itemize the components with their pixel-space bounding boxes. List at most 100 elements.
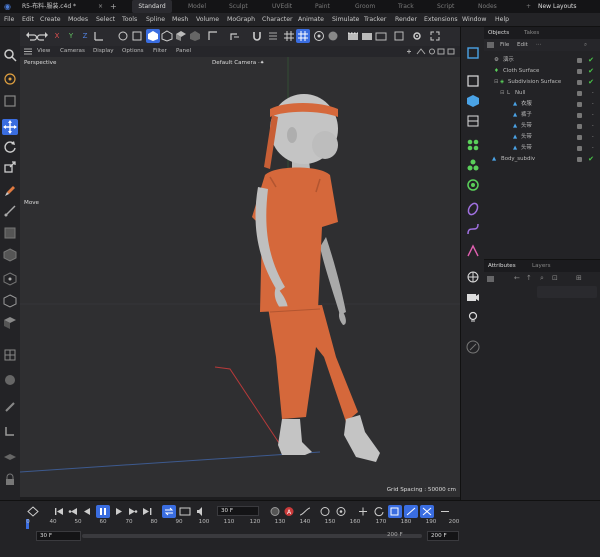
dope-sheet-icon[interactable] — [318, 505, 332, 518]
new-window-icon[interactable]: ⊞ — [576, 274, 582, 282]
object-mode-icon[interactable] — [2, 247, 18, 263]
object-row[interactable]: ▲ 头带 · — [484, 132, 600, 143]
render-picture-viewer-icon[interactable] — [360, 29, 374, 43]
visibility-icon[interactable] — [577, 135, 582, 140]
enabled-check-icon[interactable]: ✔ — [588, 67, 594, 76]
search-icon[interactable] — [2, 47, 18, 63]
timeline-more-icon[interactable] — [438, 505, 452, 518]
sculpt-mode-icon[interactable] — [2, 372, 18, 388]
viewport-menu-panel[interactable]: Panel — [176, 46, 191, 57]
menu-tracker[interactable]: Tracker — [364, 13, 386, 27]
objects-menu-edit[interactable]: Edit — [517, 39, 528, 51]
object-row[interactable]: ♦ Cloth Surface ✔ — [484, 66, 600, 77]
render-active-icon[interactable] — [346, 29, 360, 43]
polygon-mode-icon[interactable] — [2, 225, 18, 241]
x-axis-toggle[interactable]: X — [50, 29, 64, 43]
key-rotation-icon[interactable] — [372, 505, 386, 518]
texture-mode-icon[interactable] — [174, 29, 188, 43]
cube-object-icon[interactable] — [465, 45, 481, 61]
autokey-icon[interactable]: A — [282, 505, 296, 518]
visibility-icon[interactable] — [577, 157, 582, 162]
objects-menu-file[interactable]: File — [500, 39, 509, 51]
scale-tool-icon[interactable] — [2, 159, 18, 175]
visibility-icon[interactable] — [577, 102, 582, 107]
model-mode-icon[interactable] — [146, 29, 160, 43]
search-icon[interactable]: ⌕ — [540, 274, 544, 283]
new-layouts-icon[interactable]: + — [526, 0, 531, 13]
range-start-field[interactable]: 30 F — [36, 531, 81, 541]
visibility-icon[interactable] — [577, 69, 582, 74]
layout-tab-script[interactable]: Script — [437, 0, 454, 13]
object-row[interactable]: ⊟ ◈ Subdivision Surface ✔ — [484, 77, 600, 88]
camera-icon[interactable] — [465, 289, 481, 305]
close-tab-icon[interactable]: × — [98, 0, 103, 13]
check-icon[interactable]: · — [592, 133, 594, 142]
paint-mode-icon[interactable] — [2, 399, 18, 415]
edit-mode-icon[interactable] — [188, 29, 202, 43]
points-mode-icon[interactable] — [2, 271, 18, 287]
menu-file[interactable]: File — [4, 13, 14, 27]
move-tool-icon[interactable] — [2, 119, 18, 135]
key-pla-icon[interactable] — [420, 505, 434, 518]
enabled-check-icon[interactable]: ✔ — [588, 56, 594, 65]
light-icon[interactable] — [465, 309, 481, 325]
object-row[interactable]: ▲ 衣服 · — [484, 99, 600, 110]
next-key-icon[interactable] — [126, 505, 140, 518]
object-row[interactable]: ⚙ 演示 ✔ — [484, 55, 600, 66]
sound-icon[interactable] — [194, 505, 208, 518]
render-region-icon[interactable] — [130, 29, 144, 43]
viewport-menu-display[interactable]: Display — [93, 46, 114, 57]
check-icon[interactable]: · — [592, 89, 594, 98]
tweak-mode-icon[interactable] — [228, 29, 242, 43]
edges-mode-icon[interactable] — [2, 293, 18, 309]
menu-spline[interactable]: Spline — [146, 13, 165, 27]
check-icon[interactable]: · — [592, 100, 594, 109]
scene-icon[interactable] — [465, 269, 481, 285]
key-param-icon[interactable] — [404, 505, 418, 518]
z-axis-toggle[interactable]: Z — [78, 29, 92, 43]
field-icon[interactable] — [465, 177, 481, 193]
mograph-cloner-icon[interactable] — [465, 137, 481, 153]
layout-tab-paint[interactable]: Paint — [315, 0, 330, 13]
primitive-cube-icon[interactable] — [465, 73, 481, 89]
render-settings-icon[interactable] — [374, 29, 388, 43]
new-layouts-button[interactable]: New Layouts — [538, 0, 577, 13]
viewport-menu-cameras[interactable]: Cameras — [60, 46, 85, 57]
key-interpolation-icon[interactable] — [298, 505, 312, 518]
menu-create[interactable]: Create — [40, 13, 61, 27]
go-to-end-icon[interactable] — [140, 505, 154, 518]
viewport-menu-view[interactable]: View — [37, 46, 50, 57]
lock-icon[interactable]: ⊡ — [552, 274, 558, 282]
brush-tool-icon[interactable] — [2, 183, 18, 199]
tab-takes[interactable]: Takes — [524, 27, 539, 39]
tab-objects[interactable]: Objects — [488, 27, 509, 39]
visibility-icon[interactable] — [577, 124, 582, 129]
3d-viewport[interactable]: Perspective Default Camera ·⁕ Move Grid … — [20, 57, 460, 497]
menu-render[interactable]: Render — [395, 13, 417, 27]
select-box-icon[interactable] — [2, 93, 18, 109]
menu-character[interactable]: Character — [262, 13, 293, 27]
enabled-check-icon[interactable]: ✔ — [588, 78, 594, 87]
team-render-icon[interactable] — [392, 29, 406, 43]
spline-icon[interactable] — [465, 221, 481, 237]
range-end-field[interactable]: 200 F — [384, 531, 426, 541]
object-row[interactable]: ▲ 头带 · — [484, 121, 600, 132]
settings-icon[interactable] — [410, 29, 424, 43]
visibility-icon[interactable] — [577, 146, 582, 151]
pause-button[interactable] — [96, 505, 110, 518]
menu-modes[interactable]: Modes — [68, 13, 88, 27]
keyframe-icon[interactable] — [26, 505, 40, 518]
layout-tab-nodes[interactable]: Nodes — [478, 0, 497, 13]
layout-tab-sculpt[interactable]: Sculpt — [229, 0, 248, 13]
y-axis-toggle[interactable]: Y — [64, 29, 78, 43]
attributes-layout-icon[interactable] — [487, 276, 494, 282]
workplane-icon[interactable] — [2, 447, 18, 463]
lock-icon[interactable] — [2, 472, 18, 488]
target-icon[interactable] — [312, 29, 326, 43]
object-row[interactable]: ⊟ L Null · — [484, 88, 600, 99]
menu-mograph[interactable]: MoGraph — [227, 13, 255, 27]
record-icon[interactable] — [268, 505, 282, 518]
key-scale-icon[interactable] — [388, 505, 402, 518]
previous-frame-icon[interactable] — [80, 505, 94, 518]
polygons-mode-icon[interactable] — [2, 315, 18, 331]
